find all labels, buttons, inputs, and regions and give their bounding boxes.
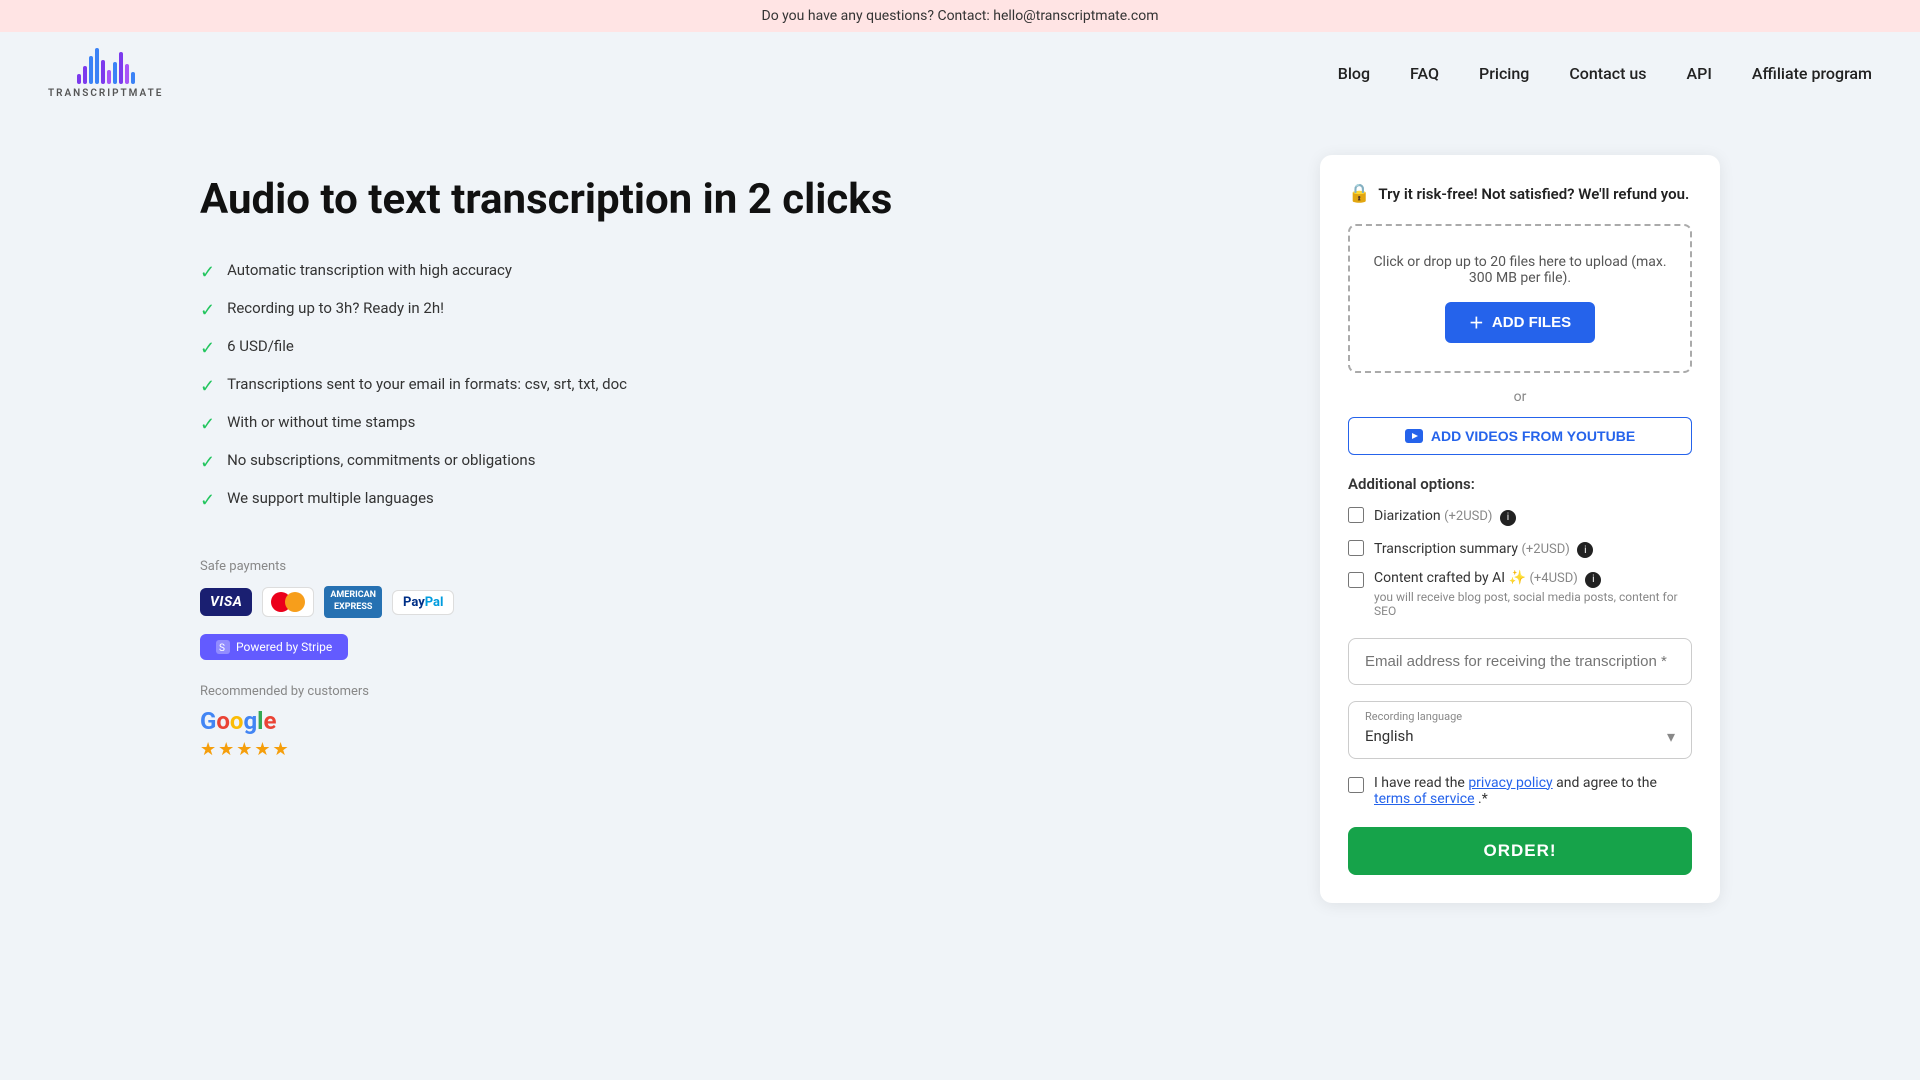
safe-payments-label: Safe payments [200, 559, 1272, 574]
diarization-info-icon[interactable]: i [1500, 510, 1516, 526]
visa-logo: VISA [200, 588, 252, 616]
nav-item-contact[interactable]: Contact us [1569, 64, 1646, 83]
logo[interactable]: TRANSCRIPTMATE [48, 48, 163, 99]
transcription-summary-checkbox[interactable] [1348, 540, 1364, 556]
hero-title: Audio to text transcription in 2 clicks [200, 175, 1272, 225]
check-icon: ✓ [200, 414, 215, 435]
upload-area[interactable]: Click or drop up to 20 files here to upl… [1348, 224, 1692, 373]
feature-item: ✓ Transcriptions sent to your email in f… [200, 375, 1272, 397]
chevron-down-icon: ▾ [1667, 727, 1675, 746]
stripe-badge: S Powered by Stripe [200, 634, 348, 660]
ai-content-label: Content crafted by AI ✨ (+4USD) i [1374, 570, 1692, 588]
add-files-button[interactable]: ＋ ADD FILES [1445, 302, 1595, 343]
logo-waveform [77, 48, 135, 84]
ai-content-note: you will receive blog post, social media… [1374, 590, 1692, 618]
feature-item: ✓ Recording up to 3h? Ready in 2h! [200, 299, 1272, 321]
nav-item-affiliate[interactable]: Affiliate program [1752, 64, 1872, 83]
language-value: English [1365, 727, 1414, 745]
order-button[interactable]: ORDER! [1348, 827, 1692, 875]
top-banner: Do you have any questions? Contact: hell… [0, 0, 1920, 32]
check-icon: ✓ [200, 262, 215, 283]
transcription-summary-label: Transcription summary (+2USD) i [1374, 541, 1593, 557]
risk-free-banner: 🔒 Try it risk-free! Not satisfied? We'll… [1348, 183, 1692, 204]
options-list: Diarization (+2USD) i Transcription summ… [1348, 505, 1692, 618]
google-stars: ★★★★★ [200, 739, 1272, 760]
youtube-icon [1405, 429, 1423, 443]
check-icon: ✓ [200, 376, 215, 397]
logo-text: TRANSCRIPTMATE [48, 88, 163, 99]
tos-link[interactable]: terms of service [1374, 791, 1475, 807]
diarization-label: Diarization (+2USD) i [1374, 508, 1516, 524]
plus-icon: ＋ [1469, 312, 1484, 333]
language-label: Recording language [1365, 710, 1675, 723]
nav-item-blog[interactable]: Blog [1338, 64, 1370, 83]
transcription-summary-option: Transcription summary (+2USD) i [1348, 538, 1692, 559]
nav-item-api[interactable]: API [1687, 64, 1712, 83]
svg-text:S: S [219, 643, 225, 654]
terms-checkbox[interactable] [1348, 777, 1364, 793]
diarization-option: Diarization (+2USD) i [1348, 505, 1692, 526]
navbar: TRANSCRIPTMATE Blog FAQ Pricing Contact … [0, 32, 1920, 115]
privacy-policy-link[interactable]: privacy policy [1468, 775, 1552, 791]
summary-info-icon[interactable]: i [1577, 542, 1593, 558]
left-column: Audio to text transcription in 2 clicks … [200, 155, 1272, 760]
mastercard-logo [262, 587, 314, 617]
feature-item: ✓ No subscriptions, commitments or oblig… [200, 451, 1272, 473]
upload-form: 🔒 Try it risk-free! Not satisfied? We'll… [1320, 155, 1720, 903]
ai-content-option: Content crafted by AI ✨ (+4USD) i you wi… [1348, 570, 1692, 618]
nav-item-faq[interactable]: FAQ [1410, 64, 1439, 83]
recommended-label: Recommended by customers [200, 684, 1272, 699]
terms-text3: .* [1478, 791, 1488, 807]
ai-content-checkbox[interactable] [1348, 572, 1364, 588]
google-logo: Google [200, 707, 1272, 735]
nav-links: Blog FAQ Pricing Contact us API Affiliat… [1338, 64, 1872, 83]
lock-icon: 🔒 [1348, 183, 1370, 204]
email-input[interactable] [1348, 638, 1692, 685]
youtube-button[interactable]: ADD VIDEOS FROM YOUTUBE [1348, 417, 1692, 455]
check-icon: ✓ [200, 490, 215, 511]
nav-item-pricing[interactable]: Pricing [1479, 64, 1529, 83]
feature-item: ✓ Automatic transcription with high accu… [200, 261, 1272, 283]
or-divider: or [1348, 389, 1692, 405]
feature-item: ✓ We support multiple languages [200, 489, 1272, 511]
terms-row: I have read the privacy policy and agree… [1348, 775, 1692, 807]
check-icon: ✓ [200, 300, 215, 321]
language-selector[interactable]: Recording language English ▾ [1348, 701, 1692, 759]
amex-logo: AMERICANEXPRESS [324, 586, 382, 617]
check-icon: ✓ [200, 338, 215, 359]
features-list: ✓ Automatic transcription with high accu… [200, 261, 1272, 511]
check-icon: ✓ [200, 452, 215, 473]
upload-hint: Click or drop up to 20 files here to upl… [1370, 254, 1670, 286]
main-content: Audio to text transcription in 2 clicks … [0, 115, 1920, 943]
feature-item: ✓ 6 USD/file [200, 337, 1272, 359]
terms-text1: I have read the [1374, 775, 1468, 791]
ai-info-icon[interactable]: i [1585, 572, 1601, 588]
terms-text2: and agree to the [1556, 775, 1657, 791]
additional-options-label: Additional options: [1348, 475, 1692, 493]
payment-logos: VISA AMERICANEXPRESS PayPal [200, 586, 1272, 617]
paypal-logo: PayPal [392, 590, 454, 615]
diarization-checkbox[interactable] [1348, 507, 1364, 523]
feature-item: ✓ With or without time stamps [200, 413, 1272, 435]
